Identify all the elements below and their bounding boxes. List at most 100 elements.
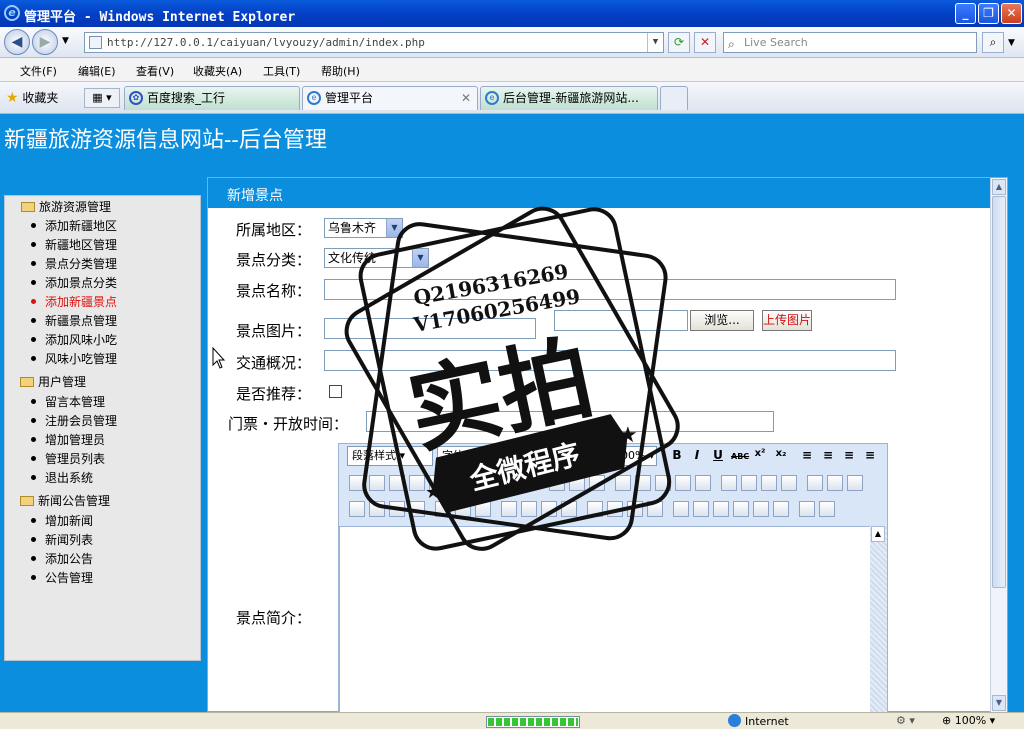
sidebar-item-admin-list[interactable]: 管理员列表 [30, 450, 105, 467]
unlink-icon[interactable] [647, 501, 663, 517]
region-select[interactable]: 乌鲁木齐 ▼ [324, 218, 403, 238]
browse-button[interactable]: 浏览... [690, 310, 754, 331]
insert-code-icon[interactable] [733, 501, 749, 517]
menu-favorites[interactable]: 收藏夹(A) [193, 63, 242, 79]
content-scrollbar[interactable]: ▲ ▼ [990, 178, 1007, 713]
sidebar-item-scenic-manage[interactable]: 新疆景点管理 [30, 312, 117, 329]
refresh-icon[interactable]: ⟳ [668, 32, 690, 53]
find-icon[interactable] [449, 475, 465, 491]
maximize-button[interactable]: ❐ [978, 3, 999, 24]
forward-layer-icon[interactable] [827, 475, 843, 491]
security-zone[interactable]: Internet [728, 714, 789, 728]
insert-hr-icon[interactable] [541, 501, 557, 517]
sidebar-item-category-manage[interactable]: 景点分类管理 [30, 255, 117, 272]
insert-excel-icon[interactable] [713, 501, 729, 517]
bg-color-icon[interactable] [741, 475, 757, 491]
sidebar-item-members[interactable]: 注册会员管理 [30, 412, 117, 429]
sidebar-item-guestbook[interactable]: 留言本管理 [30, 393, 105, 410]
search-options-icon[interactable]: ▼ [1008, 38, 1015, 48]
new-tab-button[interactable] [660, 86, 688, 110]
text-color-icon[interactable] [721, 475, 737, 491]
sidebar-group-news[interactable]: 新闻公告管理 [20, 492, 110, 509]
scrollbar-thumb[interactable] [992, 196, 1006, 588]
menu-edit[interactable]: 编辑(E) [78, 63, 116, 79]
sidebar-item-add-region[interactable]: 添加新疆地区 [30, 217, 117, 234]
fullscreen-icon[interactable] [799, 501, 815, 517]
cut-icon[interactable] [349, 475, 365, 491]
insert-anchor-icon[interactable] [607, 501, 623, 517]
insert-div-icon[interactable] [475, 501, 491, 517]
tab-baidu[interactable]: ✿ 百度搜索_工行 [124, 86, 300, 110]
paste-word-icon[interactable] [429, 475, 445, 491]
copy-icon[interactable] [369, 475, 385, 491]
sidebar-item-add-snack[interactable]: 添加风味小吃 [30, 331, 117, 348]
paste-icon[interactable] [389, 475, 405, 491]
underline-button[interactable]: U [710, 448, 726, 462]
sidebar-group-tourism[interactable]: 旅游资源管理 [21, 198, 111, 215]
close-window-button[interactable]: ✕ [1001, 3, 1022, 24]
justify-icon[interactable]: ≡ [862, 448, 878, 462]
sidebar-item-notice-manage[interactable]: 公告管理 [30, 569, 93, 586]
name-input[interactable] [324, 279, 896, 300]
sidebar-item-news-list[interactable]: 新闻列表 [30, 531, 93, 548]
paragraph-style-select[interactable]: 段落样式 ▾ [347, 446, 433, 466]
quick-tabs-icon[interactable]: ▦ ▾ [84, 88, 120, 108]
align-right-icon[interactable]: ≡ [841, 448, 857, 462]
absolute-position-icon[interactable] [807, 475, 823, 491]
special-char-icon[interactable] [673, 501, 689, 517]
editor-scrollbar[interactable]: ▲ [870, 526, 887, 714]
search-input[interactable]: ⌕ Live Search [723, 32, 977, 53]
recommend-checkbox[interactable] [329, 385, 342, 398]
protected-mode-icon[interactable]: ⚙ ▾ [896, 714, 915, 727]
insert-table-icon[interactable] [435, 501, 451, 517]
stop-icon[interactable]: ✕ [694, 32, 716, 53]
insert-time-icon[interactable] [773, 501, 789, 517]
paragraph-icon[interactable] [695, 475, 711, 491]
font-select[interactable]: 字体 [437, 446, 517, 466]
align-center-icon[interactable]: ≡ [820, 448, 836, 462]
bold-style-icon[interactable] [761, 475, 777, 491]
close-tab-icon[interactable]: ✕ [461, 87, 471, 109]
search-go-icon[interactable]: ⌕ [982, 32, 1004, 53]
sidebar-item-region-manage[interactable]: 新疆地区管理 [30, 236, 117, 253]
upload-image-button[interactable]: 上传图片 [762, 310, 812, 331]
menu-tools[interactable]: 工具(T) [263, 63, 300, 79]
category-select[interactable]: 文化传统 ▼ [324, 248, 429, 268]
backward-layer-icon[interactable] [847, 475, 863, 491]
tab-admin-platform[interactable]: e 管理平台 ✕ [302, 86, 478, 110]
outdent-icon[interactable] [675, 475, 691, 491]
unordered-list-icon[interactable] [635, 475, 651, 491]
address-dropdown-icon[interactable]: ▼ [647, 33, 663, 52]
ordered-list-icon[interactable] [615, 475, 631, 491]
superscript-button[interactable]: x² [752, 448, 768, 459]
scroll-up-icon[interactable]: ▲ [871, 526, 885, 542]
select-all-icon[interactable] [569, 475, 585, 491]
menu-help[interactable]: 帮助(H) [321, 63, 360, 79]
traffic-input[interactable] [324, 350, 896, 371]
align-left-icon[interactable]: ≡ [799, 448, 815, 462]
italic-button[interactable]: I [689, 448, 705, 462]
subscript-button[interactable]: x₂ [773, 448, 789, 459]
insert-marquee-icon[interactable] [561, 501, 577, 517]
history-dropdown-icon[interactable]: ▼ [62, 36, 69, 46]
sidebar-item-add-news[interactable]: 增加新闻 [30, 512, 93, 529]
sidebar-group-users[interactable]: 用户管理 [20, 373, 86, 390]
paste-text-icon[interactable] [409, 475, 425, 491]
back-button[interactable]: ◀ [4, 29, 30, 55]
contrast-icon[interactable] [781, 475, 797, 491]
insert-frame-icon[interactable] [501, 501, 517, 517]
editor-content-area[interactable] [339, 526, 871, 714]
menu-view[interactable]: 查看(V) [136, 63, 174, 79]
table-props-icon[interactable] [455, 501, 471, 517]
image-path-input[interactable] [324, 318, 536, 339]
sidebar-item-snack-manage[interactable]: 风味小吃管理 [30, 350, 117, 367]
sidebar-item-add-category[interactable]: 添加景点分类 [30, 274, 117, 291]
address-input[interactable]: http://127.0.0.1/caiyuan/lvyouzy/admin/i… [84, 32, 664, 53]
sidebar-item-logout[interactable]: 退出系统 [30, 469, 93, 486]
insert-file-icon[interactable] [409, 501, 425, 517]
scroll-up-icon[interactable]: ▲ [992, 179, 1006, 195]
remove-format-icon[interactable] [589, 475, 605, 491]
sidebar-item-add-notice[interactable]: 添加公告 [30, 550, 93, 567]
insert-media-icon[interactable] [389, 501, 405, 517]
favorites-button[interactable]: ★ 收藏夹 [6, 89, 58, 106]
